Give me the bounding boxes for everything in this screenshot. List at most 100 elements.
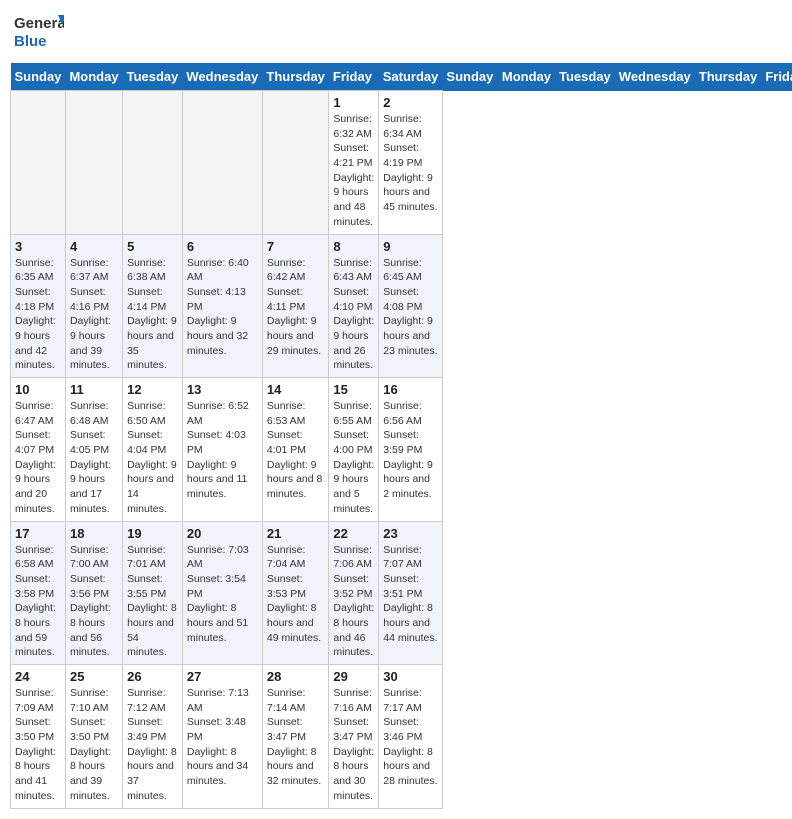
day-info: Sunrise: 7:12 AMSunset: 3:49 PMDaylight:… [127,686,178,804]
logo: General Blue [14,10,64,55]
col-header-tuesday: Tuesday [555,63,615,91]
day-number: 20 [187,526,258,541]
day-cell [65,91,122,235]
day-cell: 18Sunrise: 7:00 AMSunset: 3:56 PMDayligh… [65,521,122,665]
day-cell: 25Sunrise: 7:10 AMSunset: 3:50 PMDayligh… [65,665,122,809]
page-header: General Blue [10,10,782,55]
day-number: 27 [187,669,258,684]
day-cell: 1 Sunrise: 6:32 AMSunset: 4:21 PMDaylight… [329,91,379,235]
day-info: Sunrise: 6:38 AMSunset: 4:14 PMDaylight:… [127,256,178,374]
col-header-tuesday: Tuesday [123,63,183,91]
day-number: 10 [15,382,61,397]
day-info: Sunrise: 7:00 AMSunset: 3:56 PMDaylight:… [70,543,118,661]
week-row-4: 17 Sunrise: 6:58 AMSunset: 3:58 PMDayligh… [11,521,792,665]
day-number: 25 [70,669,118,684]
day-cell: 23 Sunrise: 7:07 AMSunset: 3:51 PMDayligh… [379,521,443,665]
col-header-monday: Monday [65,63,122,91]
day-info: Sunrise: 6:45 AMSunset: 4:08 PMDaylight:… [383,256,438,359]
day-info: Sunrise: 6:43 AMSunset: 4:10 PMDaylight:… [333,256,374,374]
day-info: Sunrise: 6:32 AMSunset: 4:21 PMDaylight:… [333,112,374,230]
col-header-sunday: Sunday [11,63,66,91]
day-number: 2 [383,95,438,110]
day-number: 9 [383,239,438,254]
col-header-monday: Monday [498,63,555,91]
day-number: 30 [383,669,438,684]
day-info: Sunrise: 6:48 AMSunset: 4:05 PMDaylight:… [70,399,118,517]
day-info: Sunrise: 6:40 AMSunset: 4:13 PMDaylight:… [187,256,258,359]
day-cell [182,91,262,235]
day-cell: 12 Sunrise: 6:50 AMSunset: 4:04 PMDayligh… [123,378,183,522]
day-info: Sunrise: 7:01 AMSunset: 3:55 PMDaylight:… [127,543,178,661]
day-number: 13 [187,382,258,397]
day-cell: 19 Sunrise: 7:01 AMSunset: 3:55 PMDayligh… [123,521,183,665]
col-header-wednesday: Wednesday [182,63,262,91]
day-number: 1 [333,95,374,110]
day-cell: 8 Sunrise: 6:43 AMSunset: 4:10 PMDaylight… [329,234,379,378]
day-number: 17 [15,526,61,541]
day-number: 3 [15,239,61,254]
day-info: Sunrise: 6:58 AMSunset: 3:58 PMDaylight:… [15,543,61,661]
day-number: 21 [267,526,325,541]
week-row-3: 10Sunrise: 6:47 AMSunset: 4:07 PMDayligh… [11,378,792,522]
day-cell: 21 Sunrise: 7:04 AMSunset: 3:53 PMDayligh… [262,521,329,665]
day-cell: 22Sunrise: 7:06 AMSunset: 3:52 PMDayligh… [329,521,379,665]
week-row-2: 3 Sunrise: 6:35 AMSunset: 4:18 PMDaylight… [11,234,792,378]
day-info: Sunrise: 7:16 AMSunset: 3:47 PMDaylight:… [333,686,374,804]
day-cell: 24 Sunrise: 7:09 AMSunset: 3:50 PMDayligh… [11,665,66,809]
day-cell: 13 Sunrise: 6:52 AMSunset: 4:03 PMDayligh… [182,378,262,522]
day-number: 19 [127,526,178,541]
day-info: Sunrise: 6:42 AMSunset: 4:11 PMDaylight:… [267,256,325,359]
day-info: Sunrise: 7:14 AMSunset: 3:47 PMDaylight:… [267,686,325,789]
day-number: 23 [383,526,438,541]
day-number: 24 [15,669,61,684]
day-number: 22 [333,526,374,541]
col-header-friday: Friday [329,63,379,91]
day-info: Sunrise: 7:09 AMSunset: 3:50 PMDaylight:… [15,686,61,804]
week-row-5: 24 Sunrise: 7:09 AMSunset: 3:50 PMDayligh… [11,665,792,809]
day-cell: 29Sunrise: 7:16 AMSunset: 3:47 PMDayligh… [329,665,379,809]
day-cell: 20 Sunrise: 7:03 AMSunset: 3:54 PMDayligh… [182,521,262,665]
day-cell: 7 Sunrise: 6:42 AMSunset: 4:11 PMDaylight… [262,234,329,378]
day-number: 8 [333,239,374,254]
day-cell: 17 Sunrise: 6:58 AMSunset: 3:58 PMDayligh… [11,521,66,665]
day-cell [262,91,329,235]
day-info: Sunrise: 6:37 AMSunset: 4:16 PMDaylight:… [70,256,118,374]
col-header-friday: Friday [761,63,792,91]
day-number: 4 [70,239,118,254]
day-number: 28 [267,669,325,684]
day-info: Sunrise: 7:07 AMSunset: 3:51 PMDaylight:… [383,543,438,646]
col-header-thursday: Thursday [262,63,329,91]
day-cell: 28 Sunrise: 7:14 AMSunset: 3:47 PMDayligh… [262,665,329,809]
day-info: Sunrise: 6:55 AMSunset: 4:00 PMDaylight:… [333,399,374,517]
svg-text:General: General [14,15,64,32]
day-cell: 9 Sunrise: 6:45 AMSunset: 4:08 PMDaylight… [379,234,443,378]
day-info: Sunrise: 7:17 AMSunset: 3:46 PMDaylight:… [383,686,438,789]
day-number: 16 [383,382,438,397]
col-header-thursday: Thursday [695,63,762,91]
day-cell: 27 Sunrise: 7:13 AMSunset: 3:48 PMDayligh… [182,665,262,809]
day-info: Sunrise: 7:13 AMSunset: 3:48 PMDaylight:… [187,686,258,789]
day-number: 6 [187,239,258,254]
day-info: Sunrise: 6:35 AMSunset: 4:18 PMDaylight:… [15,256,61,374]
day-number: 14 [267,382,325,397]
svg-text:Blue: Blue [14,33,47,50]
day-info: Sunrise: 6:53 AMSunset: 4:01 PMDaylight:… [267,399,325,502]
week-row-1: 1 Sunrise: 6:32 AMSunset: 4:21 PMDaylight… [11,91,792,235]
logo-svg: General Blue [14,10,64,55]
day-cell: 4 Sunrise: 6:37 AMSunset: 4:16 PMDaylight… [65,234,122,378]
day-cell: 10Sunrise: 6:47 AMSunset: 4:07 PMDayligh… [11,378,66,522]
calendar-table: SundayMondayTuesdayWednesdayThursdayFrid… [10,63,792,809]
day-info: Sunrise: 7:03 AMSunset: 3:54 PMDaylight:… [187,543,258,646]
col-header-saturday: Saturday [379,63,443,91]
day-cell: 6 Sunrise: 6:40 AMSunset: 4:13 PMDaylight… [182,234,262,378]
day-number: 7 [267,239,325,254]
day-cell [123,91,183,235]
day-number: 5 [127,239,178,254]
day-cell: 14 Sunrise: 6:53 AMSunset: 4:01 PMDayligh… [262,378,329,522]
day-number: 12 [127,382,178,397]
day-info: Sunrise: 6:50 AMSunset: 4:04 PMDaylight:… [127,399,178,517]
day-cell: 26Sunrise: 7:12 AMSunset: 3:49 PMDayligh… [123,665,183,809]
day-cell [11,91,66,235]
day-info: Sunrise: 6:52 AMSunset: 4:03 PMDaylight:… [187,399,258,502]
day-info: Sunrise: 7:04 AMSunset: 3:53 PMDaylight:… [267,543,325,646]
